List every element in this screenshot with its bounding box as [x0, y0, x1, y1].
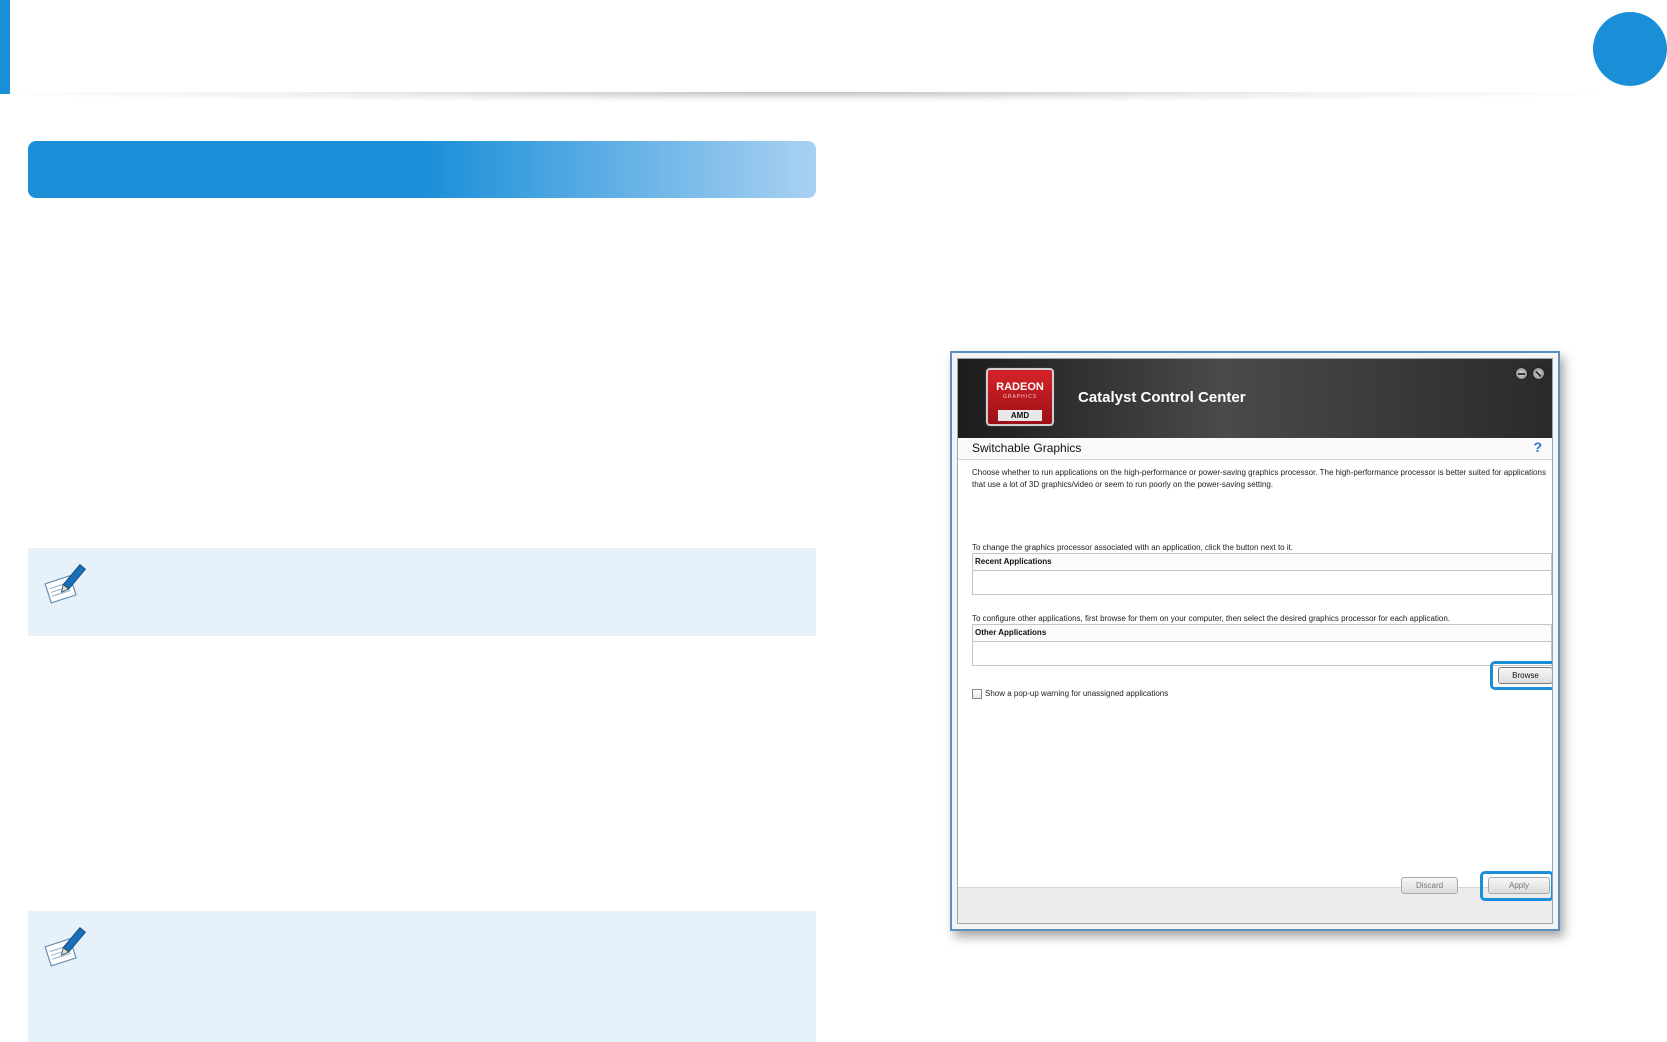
recent-applications-header-label: Recent Applications [975, 557, 1052, 566]
recent-applications-list[interactable]: Recent Applications [972, 553, 1552, 595]
panel-description: Choose whether to run applications on th… [972, 468, 1546, 489]
header-accent-bar [0, 0, 10, 94]
close-button[interactable] [1532, 367, 1545, 380]
header-divider [0, 92, 1600, 102]
panel-header: Switchable Graphics ? [958, 438, 1552, 460]
note-box [28, 911, 816, 1042]
note-box [28, 548, 816, 636]
logo-text-radeon: RADEON [996, 381, 1044, 393]
browse-highlight [1490, 661, 1552, 690]
app-title: Catalyst Control Center [1078, 389, 1246, 406]
recent-applications-header: Recent Applications [973, 554, 1551, 571]
chapter-badge [1593, 12, 1667, 86]
radeon-logo: RADEON GRAPHICS AMD [986, 368, 1054, 426]
section-title-bar [28, 141, 816, 198]
other-applications-list[interactable]: Other Applications [972, 624, 1552, 666]
other-applications-header: Other Applications [973, 625, 1551, 642]
logo-text-graphics: GRAPHICS [1002, 394, 1038, 400]
other-applications-header-label: Other Applications [975, 628, 1047, 637]
panel-title: Switchable Graphics [972, 441, 1082, 455]
popup-warning-label: Show a pop-up warning for unassigned app… [985, 689, 1169, 698]
apply-highlight [1480, 871, 1552, 901]
popup-warning-checkbox[interactable] [972, 689, 982, 699]
window-content: RADEON GRAPHICS AMD Catalyst Control Cen… [957, 358, 1553, 924]
help-icon[interactable]: ? [1533, 439, 1542, 455]
minimize-button[interactable] [1515, 367, 1528, 380]
window-title-bar: RADEON GRAPHICS AMD Catalyst Control Cen… [958, 359, 1552, 438]
logo-text-amd: AMD [998, 410, 1042, 421]
catalyst-control-center-window: RADEON GRAPHICS AMD Catalyst Control Cen… [950, 351, 1560, 931]
recent-apps-hint: To change the graphics processor associa… [972, 543, 1294, 552]
window-footer [958, 887, 1552, 923]
note-pencil-icon [44, 926, 87, 967]
discard-button[interactable]: Discard [1401, 877, 1458, 894]
other-apps-hint: To configure other applications, first b… [972, 614, 1451, 623]
note-pencil-icon [44, 563, 87, 604]
